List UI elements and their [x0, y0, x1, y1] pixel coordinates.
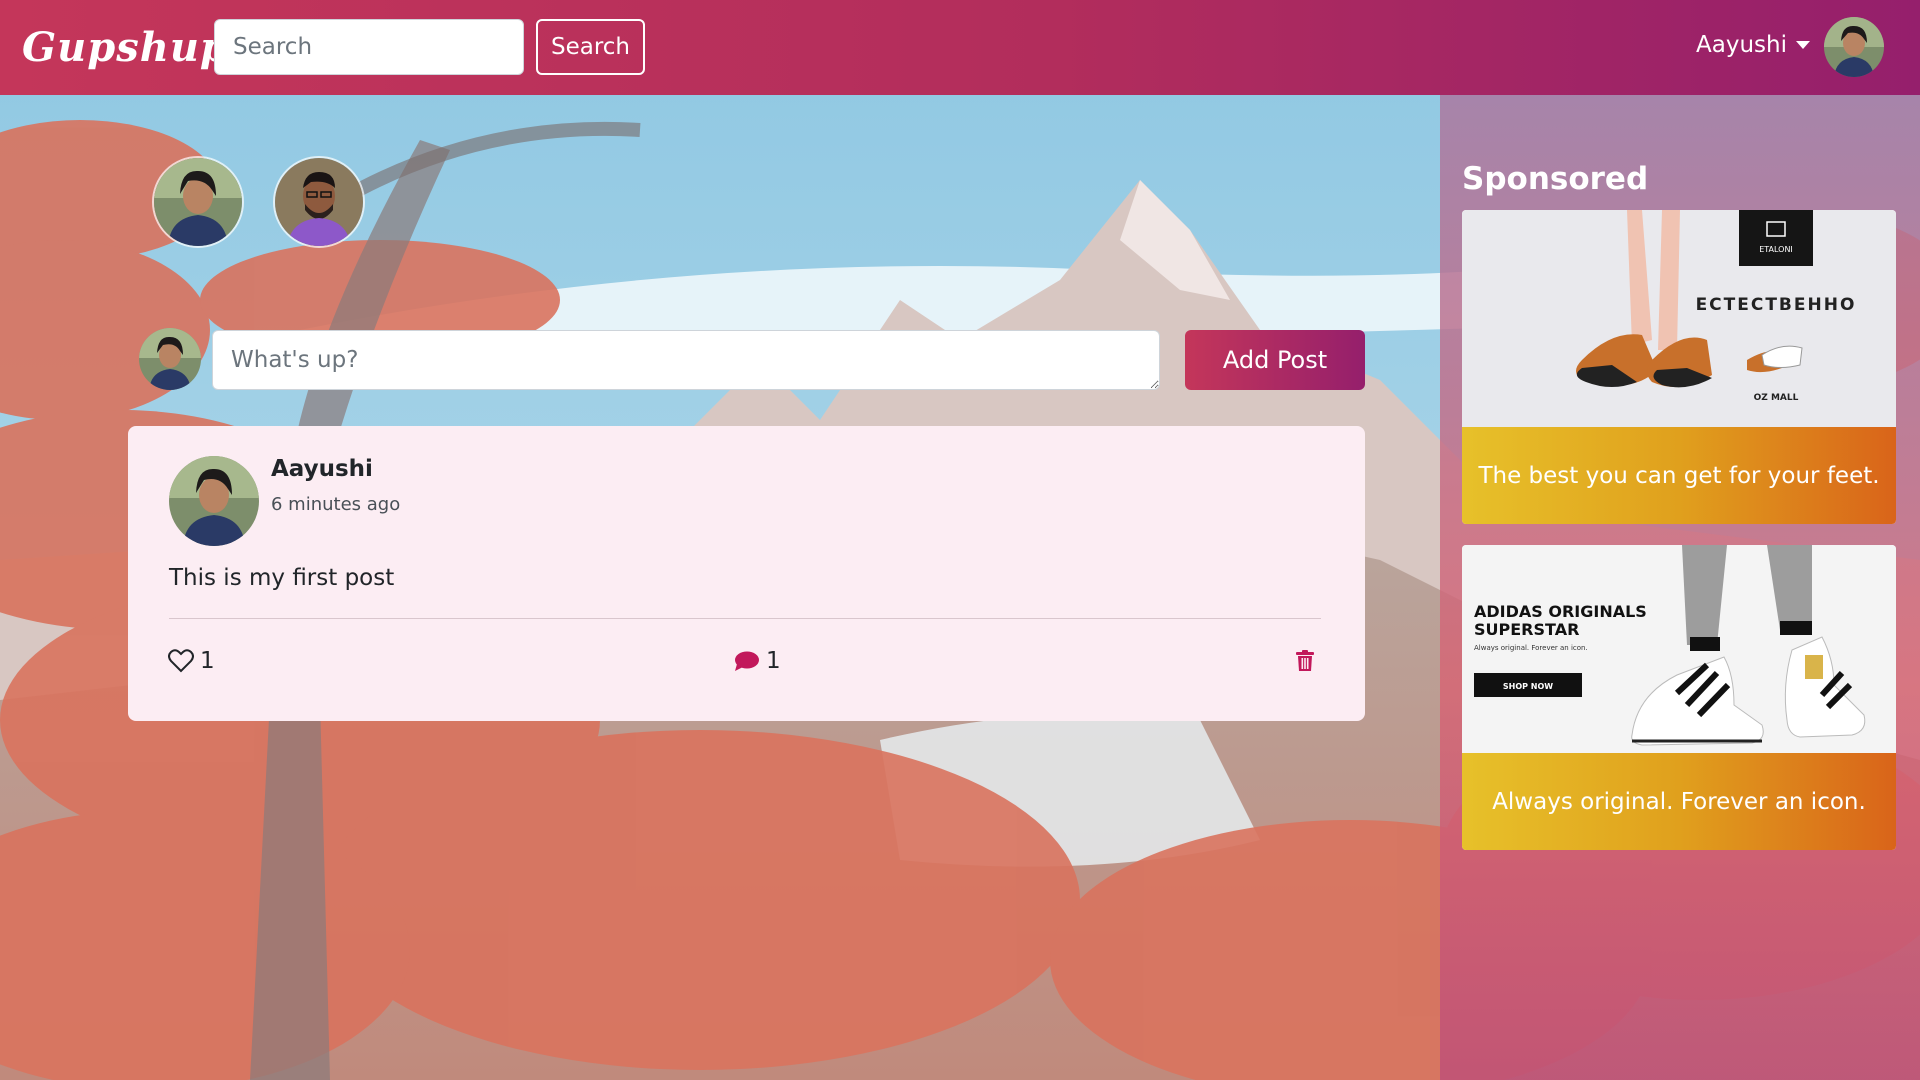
ad-caption: The best you can get for your feet. — [1462, 427, 1896, 524]
like-count: 1 — [200, 648, 215, 674]
divider — [169, 618, 1321, 619]
friend-avatar-1[interactable] — [152, 156, 244, 248]
post-content: This is my first post — [169, 565, 395, 591]
comment-count: 1 — [766, 648, 781, 674]
ad-caption: Always original. Forever an icon. — [1462, 753, 1896, 850]
ad-brand-text: ETALONI — [1759, 245, 1793, 254]
avatar[interactable] — [1824, 17, 1884, 77]
ad-title-line1: ADIDAS ORIGINALS — [1474, 602, 1647, 621]
delete-post-button[interactable] — [1295, 650, 1315, 676]
post-author-avatar[interactable] — [169, 456, 259, 546]
ad-card-1[interactable]: ETALONI ЕСТЕСТВЕННО OZ MALL The best you… — [1462, 210, 1896, 524]
add-post-button[interactable]: Add Post — [1185, 330, 1365, 390]
comment-icon — [735, 651, 759, 671]
heart-icon — [168, 649, 194, 673]
ad-image-sneakers: ADIDAS ORIGINALS SUPERSTAR Always origin… — [1462, 545, 1896, 753]
post-card: Aayushi 6 minutes ago This is my first p… — [128, 426, 1365, 721]
navbar: Gupshup Search Aayushi — [0, 0, 1920, 95]
composer-avatar — [139, 328, 201, 390]
search-button[interactable]: Search — [536, 19, 645, 75]
ad-image-shoes: ETALONI ЕСТЕСТВЕННО OZ MALL — [1462, 210, 1896, 427]
ad-headline-text: ЕСТЕСТВЕННО — [1696, 295, 1857, 315]
ad-shop-now: SHOP NOW — [1503, 682, 1553, 691]
ad-card-2[interactable]: ADIDAS ORIGINALS SUPERSTAR Always origin… — [1462, 545, 1896, 850]
post-composer-input[interactable] — [212, 330, 1160, 390]
sponsored-title: Sponsored — [1462, 161, 1649, 197]
username-label: Aayushi — [1696, 32, 1787, 58]
post-timestamp: 6 minutes ago — [271, 494, 401, 515]
caret-down-icon — [1795, 41, 1810, 49]
brand-logo[interactable]: Gupshup — [22, 24, 229, 71]
trash-icon — [1296, 650, 1314, 671]
ad-tagline: Always original. Forever an icon. — [1474, 644, 1588, 652]
user-menu-dropdown[interactable]: Aayushi — [1696, 32, 1810, 58]
friend-avatar-2[interactable] — [273, 156, 365, 248]
comment-button[interactable]: 1 — [734, 648, 781, 674]
ad-place-text: OZ MALL — [1754, 393, 1799, 403]
search-input[interactable] — [214, 19, 524, 75]
post-author-name[interactable]: Aayushi — [271, 456, 373, 482]
like-button[interactable]: 1 — [168, 648, 215, 674]
ad-title-line2: SUPERSTAR — [1474, 620, 1579, 639]
